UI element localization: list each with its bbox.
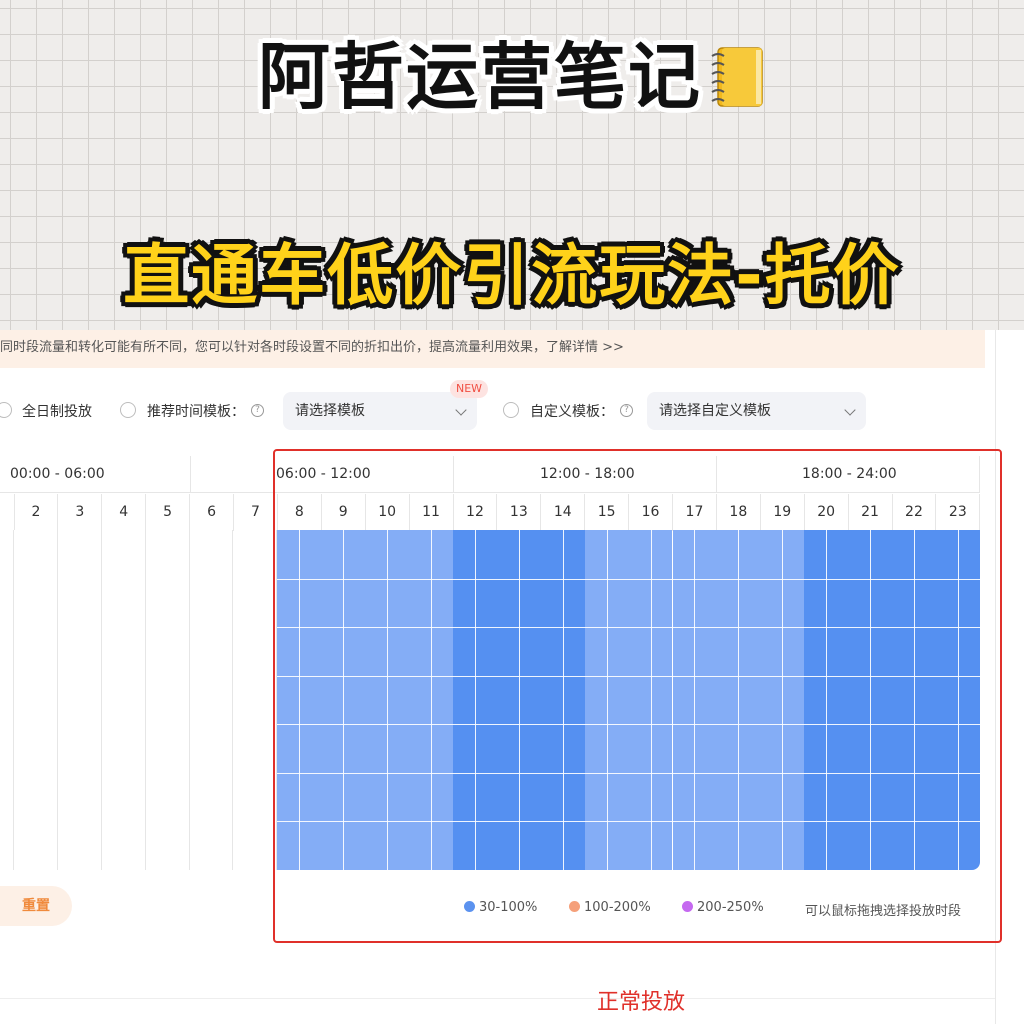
hour-column-9[interactable] bbox=[321, 530, 366, 870]
hour-column-23[interactable] bbox=[935, 530, 980, 870]
range-label: 18:00 - 24:00 bbox=[802, 466, 897, 482]
recommended-label[interactable]: 推荐时间模板： bbox=[147, 401, 245, 421]
panel-edge bbox=[995, 330, 996, 1024]
range-label: 06:00 - 12:00 bbox=[276, 466, 371, 482]
legend-item: 200-250% bbox=[682, 900, 764, 915]
hour-header-15[interactable]: 15 bbox=[585, 494, 629, 530]
time-schedule-panel: 同时段流量和转化可能有所不同，您可以针对各时段设置不同的折扣出价，提高流量利用效… bbox=[0, 330, 1024, 1024]
hour-header-16[interactable]: 16 bbox=[629, 494, 673, 530]
hour-column-1[interactable] bbox=[0, 530, 14, 870]
hour-header-21[interactable]: 21 bbox=[848, 494, 892, 530]
hour-header-2[interactable]: 2 bbox=[14, 494, 58, 530]
hour-header-8[interactable]: 8 bbox=[277, 494, 321, 530]
help-icon[interactable]: ? bbox=[620, 404, 633, 417]
hour-header-20[interactable]: 20 bbox=[804, 494, 848, 530]
hour-header-23[interactable]: 23 bbox=[936, 494, 980, 530]
custom-label[interactable]: 自定义模板： bbox=[530, 401, 614, 421]
notebook-banner: 阿哲运营笔记 直通车低价引流玩法-托价 bbox=[0, 0, 1024, 330]
legend-item: 100-200% bbox=[569, 900, 651, 915]
tip-bar[interactable]: 同时段流量和转化可能有所不同，您可以针对各时段设置不同的折扣出价，提高流量利用效… bbox=[0, 330, 985, 368]
hour-column-19[interactable] bbox=[760, 530, 805, 870]
banner-title-text: 阿哲运营笔记 bbox=[257, 35, 702, 119]
help-icon[interactable]: ? bbox=[251, 404, 264, 417]
recommended-select-value: 请选择模板 bbox=[295, 403, 365, 419]
hour-header-10[interactable]: 10 bbox=[365, 494, 409, 530]
radio-custom[interactable] bbox=[503, 402, 519, 418]
hour-column-17[interactable] bbox=[672, 530, 717, 870]
hour-column-14[interactable] bbox=[540, 530, 585, 870]
hour-column-13[interactable] bbox=[496, 530, 541, 870]
notebook-icon bbox=[708, 43, 766, 109]
hour-column-7[interactable] bbox=[233, 530, 278, 870]
divider bbox=[0, 998, 995, 999]
hour-column-11[interactable] bbox=[409, 530, 453, 870]
hour-header-14[interactable]: 14 bbox=[541, 494, 585, 530]
range-header-row: 00:00 - 06:00 06:00 - 12:00 12:00 - 18:00 1… bbox=[0, 456, 980, 493]
hour-header-11[interactable]: 11 bbox=[409, 494, 453, 530]
banner-title: 阿哲运营笔记 bbox=[0, 18, 1024, 123]
range-label: 00:00 - 06:00 bbox=[10, 466, 105, 482]
custom-select-value: 请选择自定义模板 bbox=[659, 403, 771, 419]
hour-header-4[interactable]: 4 bbox=[102, 494, 146, 530]
hour-column-4[interactable] bbox=[101, 530, 146, 870]
template-options-row: 全日制投放 推荐时间模板： ? 请选择模板 自定义模板： ? 请选择自定义模板 bbox=[0, 392, 1000, 430]
recommended-template-select[interactable]: 请选择模板 bbox=[283, 392, 477, 430]
hour-header-5[interactable]: 5 bbox=[146, 494, 190, 530]
hour-header-7[interactable]: 7 bbox=[234, 494, 278, 530]
hour-column-3[interactable] bbox=[57, 530, 102, 870]
hour-header-12[interactable]: 12 bbox=[453, 494, 497, 530]
hour-column-15[interactable] bbox=[584, 530, 629, 870]
hour-header-17[interactable]: 17 bbox=[673, 494, 717, 530]
drag-hint: 可以鼠标拖拽选择投放时段 bbox=[805, 904, 962, 919]
range-label: 12:00 - 18:00 bbox=[540, 466, 635, 482]
legend-label: 200-250% bbox=[697, 900, 764, 915]
hour-column-20[interactable] bbox=[804, 530, 849, 870]
hour-column-22[interactable] bbox=[892, 530, 936, 870]
hour-header-18[interactable]: 18 bbox=[716, 494, 760, 530]
legend-label: 100-200% bbox=[584, 900, 651, 915]
hour-header-13[interactable]: 13 bbox=[497, 494, 541, 530]
hour-header-3[interactable]: 3 bbox=[58, 494, 102, 530]
hour-column-6[interactable] bbox=[189, 530, 234, 870]
legend-dot-icon bbox=[682, 901, 693, 912]
hour-column-18[interactable] bbox=[716, 530, 761, 870]
hour-column-21[interactable] bbox=[848, 530, 892, 870]
hour-column-2[interactable] bbox=[14, 530, 58, 870]
reset-button[interactable]: 重置 bbox=[0, 886, 72, 926]
hour-column-10[interactable] bbox=[365, 530, 410, 870]
legend-dot-icon bbox=[464, 901, 475, 912]
hour-column-5[interactable] bbox=[145, 530, 190, 870]
new-badge: NEW bbox=[450, 380, 489, 398]
hour-header-6[interactable]: 6 bbox=[190, 494, 234, 530]
banner-subtitle: 直通车低价引流玩法-托价 bbox=[123, 237, 901, 314]
hour-column-8[interactable] bbox=[277, 530, 322, 870]
radio-all-day[interactable] bbox=[0, 402, 12, 418]
legend-dot-icon bbox=[569, 901, 580, 912]
chevron-down-icon bbox=[844, 404, 856, 416]
radio-recommended[interactable] bbox=[120, 402, 136, 418]
custom-template-select[interactable]: 请选择自定义模板 bbox=[647, 392, 866, 430]
hour-header-22[interactable]: 22 bbox=[892, 494, 936, 530]
hour-header-19[interactable]: 19 bbox=[760, 494, 804, 530]
legend-item: 30-100% bbox=[464, 900, 537, 915]
legend-label: 30-100% bbox=[479, 900, 538, 915]
hour-column-16[interactable] bbox=[628, 530, 673, 870]
chevron-down-icon bbox=[455, 404, 467, 416]
delivery-status: 正常投放 bbox=[597, 990, 686, 1015]
hour-header-9[interactable]: 9 bbox=[321, 494, 365, 530]
all-day-label[interactable]: 全日制投放 bbox=[22, 401, 92, 421]
hour-column-12[interactable] bbox=[453, 530, 497, 870]
